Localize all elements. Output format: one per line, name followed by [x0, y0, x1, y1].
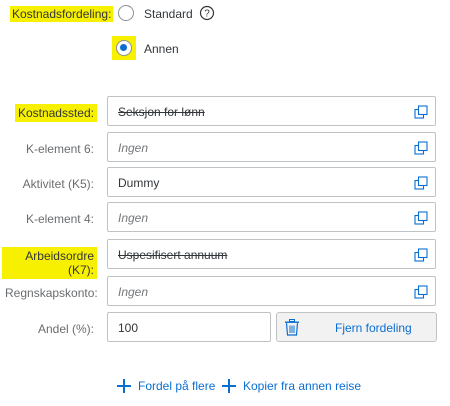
distribute-more-button[interactable]: Fordel på flere — [117, 379, 215, 393]
field-aktivitet[interactable]: Dummy — [107, 167, 436, 197]
field-value: Dummy — [118, 176, 160, 190]
share-value: 100 — [118, 321, 139, 335]
radio-other-label[interactable]: Annen — [144, 42, 179, 56]
field-k-element-6[interactable]: Ingen — [107, 132, 436, 162]
trash-icon — [285, 319, 299, 336]
value-help-icon[interactable] — [414, 105, 428, 119]
field-value: Seksjon for lønn — [118, 105, 205, 119]
share-input[interactable]: 100 — [107, 312, 271, 342]
cost-distribution-label: Kostnadsfordeling: — [10, 6, 114, 22]
field-value: Uspesifisert annuum — [118, 248, 228, 262]
radio-other[interactable] — [116, 40, 132, 56]
plus-icon — [117, 379, 131, 393]
label-aktivitet: Aktivitet (K5): — [22, 177, 94, 191]
svg-text:?: ? — [204, 9, 210, 20]
radio-other-selected-dot — [120, 44, 127, 51]
field-kostnadssted[interactable]: Seksjon for lønn — [107, 96, 436, 126]
label-arbeidsordre: Arbeidsordre (K7): — [2, 247, 97, 279]
copy-from-trip-button[interactable]: Kopier fra annen reise — [222, 379, 361, 393]
label-andel: Andel (%): — [37, 322, 94, 336]
field-value: Ingen — [118, 285, 149, 299]
field-regnskapskonto[interactable]: Ingen — [107, 276, 436, 306]
remove-distribution-button[interactable]: Fjern fordeling — [276, 312, 437, 342]
copy-from-trip-label: Kopier fra annen reise — [243, 379, 362, 393]
label-k-element-6: K-element 6: — [25, 142, 94, 156]
distribute-more-label: Fordel på flere — [138, 379, 216, 393]
value-help-icon[interactable] — [414, 285, 428, 299]
remove-distribution-label: Fjern fordeling — [335, 321, 412, 335]
field-value: Ingen — [118, 211, 149, 225]
value-help-icon[interactable] — [414, 176, 428, 190]
help-icon[interactable]: ? — [199, 5, 215, 21]
field-value: Ingen — [118, 141, 149, 155]
label-k-element-4: K-element 4: — [25, 212, 94, 226]
radio-standard[interactable] — [118, 5, 134, 21]
field-arbeidsordre[interactable]: Uspesifisert annuum — [107, 239, 436, 269]
field-k-element-4[interactable]: Ingen — [107, 202, 436, 232]
value-help-icon[interactable] — [414, 248, 428, 262]
label-kostnadssted: Kostnadssted: — [2, 104, 97, 122]
value-help-icon[interactable] — [414, 141, 428, 155]
value-help-icon[interactable] — [414, 211, 428, 225]
plus-icon — [222, 379, 236, 393]
radio-standard-label[interactable]: Standard — [144, 7, 193, 21]
label-regnskapskonto: Regnskapskonto: — [5, 286, 98, 300]
